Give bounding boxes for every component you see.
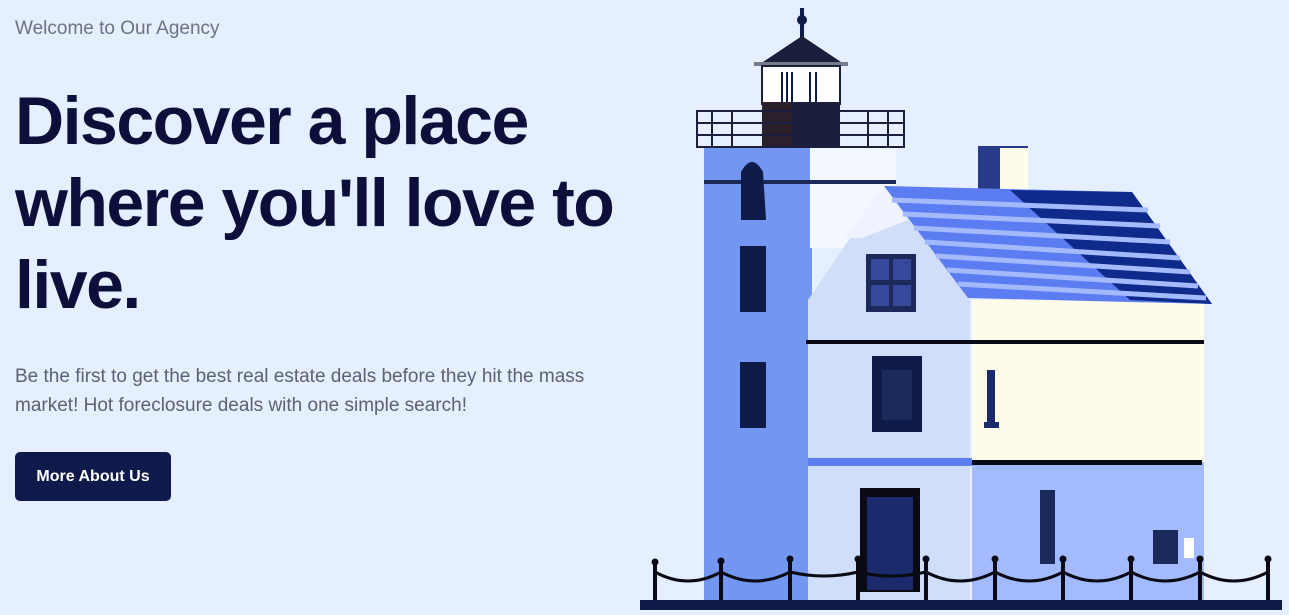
lighthouse-house-illustration <box>640 8 1282 610</box>
more-about-us-button[interactable]: More About Us <box>15 452 171 501</box>
hero-section: Welcome to Our Agency Discover a place w… <box>0 0 1289 615</box>
hero-eyebrow: Welcome to Our Agency <box>15 18 220 39</box>
hero-headline: Discover a place where you'll love to li… <box>15 83 615 323</box>
hero-subtitle: Be the first to get the best real estate… <box>15 366 585 416</box>
lantern-group <box>696 8 905 148</box>
